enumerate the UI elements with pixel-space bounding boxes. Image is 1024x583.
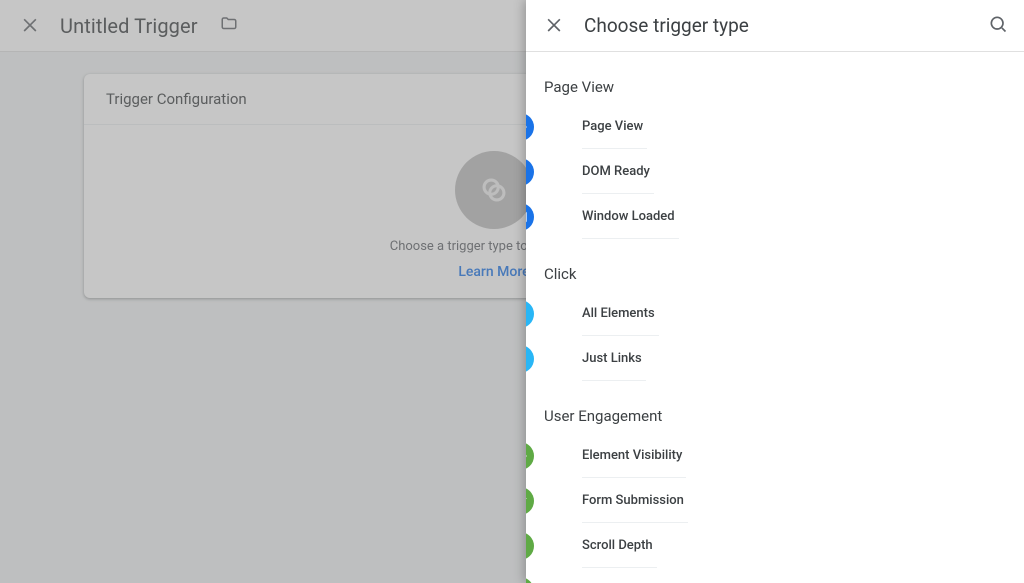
drawer-body: Page View Page View DOM Ready Window Loa… — [526, 52, 1024, 583]
section-heading: Page View — [544, 72, 1006, 104]
trigger-label: Page View — [582, 119, 643, 134]
trigger-option-scroll-depth[interactable]: Scroll Depth — [544, 523, 1006, 568]
form-icon — [526, 487, 534, 515]
drawer-title: Choose trigger type — [584, 14, 968, 37]
section-page-view: Page View Page View DOM Ready Window Loa… — [544, 52, 1006, 239]
search-icon[interactable] — [988, 14, 1008, 38]
scroll-icon — [526, 532, 534, 560]
trigger-option-page-view[interactable]: Page View — [544, 104, 1006, 149]
trigger-option-dom-ready[interactable]: DOM Ready — [544, 149, 1006, 194]
section-click: Click All Elements Just Links — [544, 239, 1006, 381]
trigger-option-all-elements[interactable]: All Elements — [544, 291, 1006, 336]
section-heading: User Engagement — [544, 401, 1006, 433]
section-user-engagement: User Engagement Element Visibility Form … — [544, 381, 1006, 583]
trigger-label: Element Visibility — [582, 448, 682, 463]
close-icon[interactable] — [544, 14, 564, 38]
trigger-option-element-visibility[interactable]: Element Visibility — [544, 433, 1006, 478]
trigger-option-form-submission[interactable]: Form Submission — [544, 478, 1006, 523]
eye-icon — [526, 113, 534, 141]
eye-icon — [526, 442, 534, 470]
trigger-option-just-links[interactable]: Just Links — [544, 336, 1006, 381]
trigger-label: Scroll Depth — [582, 538, 653, 553]
trigger-label: Form Submission — [582, 493, 684, 508]
mouse-icon — [526, 300, 534, 328]
play-icon — [526, 577, 534, 583]
document-icon — [526, 158, 534, 186]
link-icon — [526, 345, 534, 373]
trigger-option-youtube-video[interactable]: YouTube Video — [544, 568, 1006, 583]
trigger-label: Just Links — [582, 351, 642, 366]
drawer-header: Choose trigger type — [526, 0, 1024, 52]
trigger-label: DOM Ready — [582, 164, 650, 179]
trigger-option-window-loaded[interactable]: Window Loaded — [544, 194, 1006, 239]
section-heading: Click — [544, 259, 1006, 291]
trigger-label: All Elements — [582, 306, 655, 321]
trigger-label: Window Loaded — [582, 209, 675, 224]
trigger-type-drawer: Choose trigger type Page View Page View … — [526, 0, 1024, 583]
window-icon — [526, 203, 534, 231]
